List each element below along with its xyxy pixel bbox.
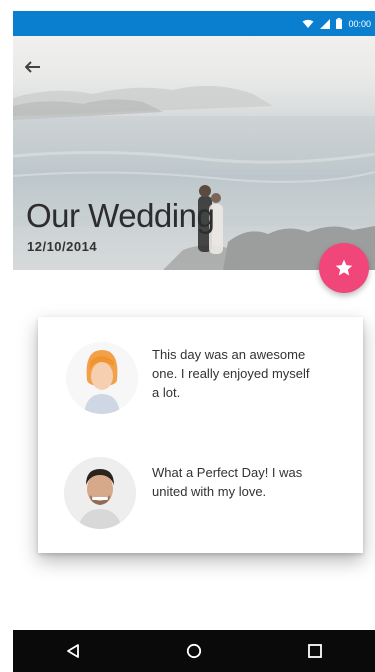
favorite-button[interactable] xyxy=(319,243,369,293)
battery-icon xyxy=(336,18,343,29)
wifi-icon xyxy=(302,19,314,29)
comment-text: This day was an awesome one. I really en… xyxy=(152,347,310,400)
signal-icon xyxy=(320,18,331,29)
back-arrow-icon[interactable] xyxy=(22,56,44,78)
navigation-bar xyxy=(13,630,375,672)
home-circle-icon[interactable] xyxy=(174,631,214,671)
event-date: 12/10/2014 xyxy=(27,239,98,254)
recents-square-icon[interactable] xyxy=(295,631,335,671)
comment-text: What a Perfect Day! I was united with my… xyxy=(152,465,303,499)
man-avatar[interactable] xyxy=(64,457,136,529)
star-icon xyxy=(335,259,353,276)
back-triangle-icon[interactable] xyxy=(53,631,93,671)
status-bar: 00:00 xyxy=(13,11,375,36)
page-title: Our Wedding xyxy=(26,197,215,234)
status-time: 00:00 xyxy=(348,18,371,29)
comments-card: This day was an awesome one. I really en… xyxy=(38,317,363,553)
woman-avatar[interactable] xyxy=(66,342,138,414)
